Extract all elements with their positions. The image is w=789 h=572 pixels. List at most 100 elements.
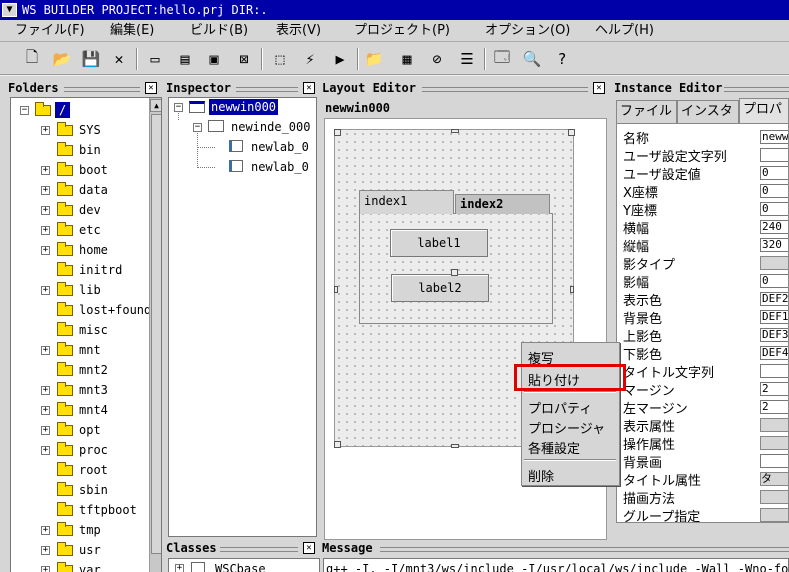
folder-item[interactable]: var [79, 562, 101, 572]
index-tab-2[interactable]: index2 [455, 194, 550, 214]
message-output[interactable]: g++ -I. -I/mnt3/ws/include -I/usr/local/… [323, 558, 789, 572]
window-cursor-icon[interactable]: ⬚ [268, 47, 292, 71]
folder-item[interactable]: lib [79, 282, 101, 298]
inspector-item-newinde[interactable]: newinde_000 [231, 119, 310, 135]
expand-icon[interactable]: + [41, 546, 50, 555]
property-field[interactable] [760, 454, 788, 468]
folder-item[interactable]: usr [79, 542, 101, 558]
calendar-icon[interactable]: ▦ [395, 47, 419, 71]
new-file-icon[interactable]: 🗋 [20, 47, 44, 71]
folder-item[interactable]: mnt4 [79, 402, 108, 418]
tab-file[interactable]: ファイル [616, 100, 677, 123]
property-button[interactable] [760, 256, 788, 270]
folder-item[interactable]: / [55, 102, 71, 118]
property-field[interactable]: DEF1 [760, 310, 788, 324]
index-widget[interactable]: index1 index2 label1 label2 [359, 190, 553, 324]
menu-project[interactable]: プロジェクト(P) [354, 22, 450, 40]
folder-item[interactable]: opt [79, 422, 101, 438]
cut-icon[interactable]: ✕ [107, 47, 131, 71]
expand-icon[interactable]: + [41, 566, 50, 572]
class-item-wscbase[interactable]: WSCbase [215, 561, 266, 572]
run-icon[interactable]: ▶ [328, 47, 352, 71]
disabled-icon[interactable]: ⊘ [425, 47, 449, 71]
menu-file[interactable]: ファイル(F) [15, 22, 85, 40]
folder-item[interactable]: proc [79, 442, 108, 458]
folder-item[interactable]: sbin [79, 482, 108, 498]
resize-handle[interactable] [334, 286, 338, 293]
property-field[interactable]: DEF4 [760, 346, 788, 360]
collapse-icon[interactable]: − [20, 106, 29, 115]
expand-icon[interactable]: + [41, 346, 50, 355]
property-button[interactable] [760, 418, 788, 432]
tab-property[interactable]: プロパ [739, 98, 789, 123]
property-field[interactable] [760, 364, 788, 378]
resize-handle[interactable] [451, 444, 459, 448]
folder-item[interactable]: tmp [79, 522, 101, 538]
expand-icon[interactable]: + [41, 426, 50, 435]
close-folders-button[interactable]: ✕ [145, 82, 157, 94]
menu-delete[interactable]: 削除 [528, 466, 554, 485]
expand-icon[interactable]: + [175, 564, 184, 572]
scroll-thumb[interactable] [151, 114, 161, 554]
close-classes-button[interactable]: ✕ [303, 542, 315, 554]
property-field[interactable]: 320 [760, 238, 788, 252]
expand-icon[interactable]: + [41, 386, 50, 395]
property-field[interactable]: 0 [760, 166, 788, 180]
property-button[interactable] [760, 436, 788, 450]
property-field[interactable]: 240 [760, 220, 788, 234]
folders-scrollbar[interactable]: ▲ [149, 98, 161, 572]
menu-build[interactable]: ビルド(B) [190, 22, 248, 40]
save-window-icon[interactable]: ▣ [202, 47, 226, 71]
collapse-icon[interactable]: − [174, 103, 183, 112]
resize-handle[interactable] [568, 129, 575, 136]
folder-item[interactable]: lost+found [79, 302, 151, 318]
menu-settings[interactable]: 各種設定 [528, 438, 580, 457]
folder-item[interactable]: boot [79, 162, 108, 178]
property-button[interactable] [760, 490, 788, 504]
property-field[interactable]: 2 [760, 400, 788, 414]
property-field[interactable]: 0 [760, 184, 788, 198]
expand-icon[interactable]: + [41, 166, 50, 175]
menu-options[interactable]: オプション(O) [485, 22, 570, 40]
folder-item[interactable]: home [79, 242, 108, 258]
build-icon[interactable]: ⚡ [298, 47, 322, 71]
label-handle[interactable] [451, 269, 458, 276]
inspector-item-newlab-2[interactable]: newlab_0 [251, 159, 309, 175]
new-window-icon[interactable]: ▭ [143, 47, 167, 71]
open-window-icon[interactable]: ▤ [173, 47, 197, 71]
folder-item[interactable]: SYS [79, 122, 101, 138]
property-field[interactable]: DEF3 [760, 328, 788, 342]
label1-widget[interactable]: label1 [390, 229, 488, 257]
property-field[interactable]: 0 [760, 274, 788, 288]
expand-icon[interactable]: + [41, 446, 50, 455]
property-field[interactable]: newwi [760, 130, 788, 144]
resize-handle[interactable] [334, 129, 341, 136]
folder-item[interactable]: tftpboot [79, 502, 137, 518]
folder-item[interactable]: dev [79, 202, 101, 218]
expand-icon[interactable]: + [41, 246, 50, 255]
collapse-icon[interactable]: − [193, 123, 202, 132]
folder-item[interactable]: initrd [79, 262, 122, 278]
window-menu-icon[interactable]: ▼ [2, 3, 17, 17]
label2-widget[interactable]: label2 [391, 274, 489, 302]
search-doc-icon[interactable]: 🔍 [520, 47, 544, 71]
expand-icon[interactable]: + [41, 406, 50, 415]
close-window-icon[interactable]: ⊠ [232, 47, 256, 71]
expand-icon[interactable]: + [41, 206, 50, 215]
property-field[interactable]: DEF2 [760, 292, 788, 306]
folder-item[interactable]: misc [79, 322, 108, 338]
property-button[interactable]: タ [760, 472, 788, 486]
resize-handle[interactable] [451, 129, 459, 133]
expand-icon[interactable]: + [41, 526, 50, 535]
inspector-item-newlab-1[interactable]: newlab_0 [251, 139, 309, 155]
resize-handle[interactable] [334, 441, 341, 448]
resize-handle[interactable] [570, 286, 574, 293]
folder-item[interactable]: mnt2 [79, 362, 108, 378]
menu-view[interactable]: 表示(V) [276, 22, 321, 40]
folder-cursor-icon[interactable]: 📁 [362, 47, 386, 71]
list-icon[interactable]: ☰ [455, 47, 479, 71]
menu-edit[interactable]: 編集(E) [110, 22, 154, 40]
index-tab-1[interactable]: index1 [359, 190, 454, 214]
folder-item[interactable]: data [79, 182, 108, 198]
open-folder-icon[interactable]: 📂 [50, 47, 74, 71]
